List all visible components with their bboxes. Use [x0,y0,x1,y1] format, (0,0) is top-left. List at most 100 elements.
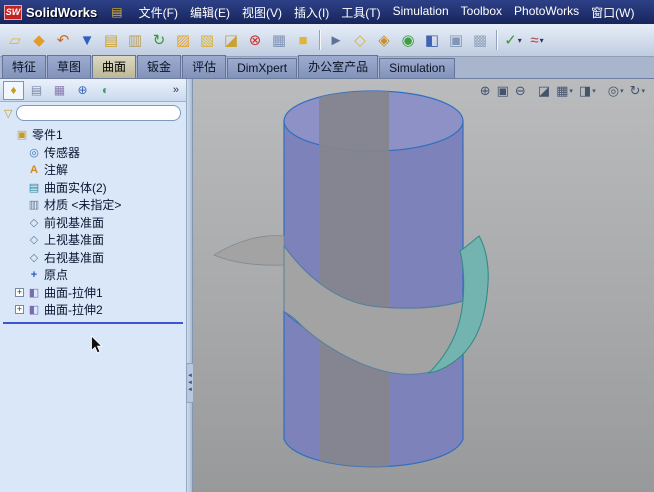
rebuild-button[interactable]: ↻ [148,28,170,52]
open-folder-button[interactable]: ▨ [172,28,194,52]
undo-button[interactable]: ↶ [52,28,74,52]
new-document-icon: ▱ [9,31,21,49]
panel-splitter[interactable]: ◄ ◄ ◄ [186,79,194,492]
surface-left-wing[interactable] [213,235,285,266]
cylinder-stripe-shading [319,91,389,467]
tree-item-origin[interactable]: + 原点 [0,266,186,284]
origin-icon: + [30,268,38,281]
tab-features[interactable]: 特征 [2,55,47,78]
zoom-in-out-button[interactable]: ⊖ [512,83,529,98]
tree-item-surface-bodies[interactable]: ▤ 曲面实体(2) [0,179,186,197]
tab-dimxpert[interactable]: DimXpert [227,58,298,78]
delete-button[interactable]: ⊗ [244,28,266,52]
make-assembly-button[interactable]: ◪ [220,28,242,52]
select-button[interactable]: ► [325,28,347,52]
tree-item-material[interactable]: ▥ 材质 <未指定> [0,196,186,214]
menu-insert[interactable]: 插入(I) [288,2,335,23]
tree-item-annotations[interactable]: A 注解 [0,161,186,179]
tab-evaluate[interactable]: 评估 [182,55,227,78]
panel-tabs: ♦ ▤ ▦ ⊕ ◐ [2,80,117,100]
measure-button[interactable]: ◉ [397,28,419,52]
menu-toolbox[interactable]: Toolbox [455,2,508,23]
model-canvas[interactable] [193,79,654,492]
document-icon: ▤ [111,5,123,19]
tab-sketch[interactable]: 草图 [47,55,92,78]
spline-button[interactable]: ≈ ▾ [526,28,548,52]
open-document-button[interactable]: ◆ [28,28,50,52]
sketch-button[interactable]: ◇ [349,28,371,52]
display-style-icon: ◨ [578,83,592,98]
menu-edit[interactable]: 编辑(E) [184,2,236,23]
open-document-icon: ◆ [33,31,45,49]
menu-file[interactable]: 文件(F) [133,2,184,23]
appearance-icon: ↻ [629,83,641,98]
tools-button[interactable]: ▩ [469,28,491,52]
tree-item-surface-extrude1[interactable]: + ◧ 曲面-拉伸1 [0,284,186,302]
zoom-fit-button[interactable]: ⊕ [477,83,494,98]
hide-show-items-button[interactable]: ◎ ▾ [605,83,627,98]
tree-item-top-plane[interactable]: ◇ 上视基准面 [0,231,186,249]
filter-row: ▽ [0,102,186,124]
display-style-button[interactable]: ◨ ▾ [576,83,599,98]
print-button[interactable]: ▤ [100,28,122,52]
tab-simulation[interactable]: Simulation [379,58,456,78]
new-document-button[interactable]: ▱ [4,28,26,52]
delete-icon: ⊗ [248,31,262,49]
dimxpertmanager-tab[interactable]: ⊕ [72,81,93,100]
tree-item-top-plane-label: 上视基准面 [44,233,105,248]
expander-icon[interactable]: + [15,287,24,297]
tree-item-right-plane[interactable]: ◇ 右视基准面 [0,249,186,267]
panel-tab-bar: ♦ ▤ ▦ ⊕ ◐ » [0,79,186,102]
displaymanager-tab[interactable]: ◐ [95,81,116,100]
tree-item-front-plane[interactable]: ◇ 前视基准面 [0,214,186,232]
sensors-icon: ◎ [29,146,39,159]
view-settings-button[interactable]: ▣ [445,28,467,52]
box-icon: ■ [298,31,308,49]
section-button[interactable]: ◧ [421,28,443,52]
dropdown-caret-icon: ▾ [539,35,544,45]
feature-tree: ▣ 零件1 ◎ 传感器 A 注解 ▤ 曲面实体(2) ▥ 材质 <未指定> ◇ 前视基准面 ◇ 上视基准面… [0,124,186,319]
section-view-button[interactable]: ◪ [535,83,553,98]
menu-view[interactable]: 视图(V) [236,2,288,23]
tree-item-surface-extrude2[interactable]: + ◧ 曲面-拉伸2 [0,301,186,319]
measure-icon: ◉ [401,31,415,49]
box-button[interactable]: ■ [292,28,314,52]
commandmanager-tabs: 特征 草图 曲面 钣金 评估 DimXpert 办公室产品 Simulation [0,55,654,79]
tab-surfaces[interactable]: 曲面 [92,55,137,78]
expander-icon[interactable]: + [15,305,24,315]
menu-simulation[interactable]: Simulation [387,2,455,23]
appearance-button[interactable]: ↻ ▾ [627,83,648,98]
view-settings-icon: ▣ [448,31,464,49]
graphics-viewport[interactable]: ⊕ ▣ ⊖ ◪ ▦ ▾ ◨ ▾ ◎ ▾ ↻ ▾ [193,79,654,492]
print-preview-button[interactable]: ▥ [124,28,146,52]
dropdown-caret-icon: ▾ [620,87,624,95]
menu-tools[interactable]: 工具(T) [335,2,386,23]
featuremanager-tab[interactable]: ♦ [3,80,24,100]
tab-sheet-metal[interactable]: 钣金 [137,55,182,78]
mouse-cursor-icon [91,335,103,354]
make-assembly-icon: ◪ [223,31,239,49]
menu-photoworks[interactable]: PhotoWorks [508,2,585,23]
view-orientation-button[interactable]: ▦ ▾ [553,83,576,98]
menu-window[interactable]: 窗口(W) [585,2,640,23]
panel-overflow-button[interactable]: » [173,84,179,96]
tree-item-right-plane-label: 右视基准面 [44,250,105,265]
configurationmanager-tab[interactable]: ▦ [49,81,70,100]
zoom-area-button[interactable]: ▣ [494,83,512,98]
section-view-icon: ◪ [537,83,551,98]
make-drawing-button[interactable]: ▧ [196,28,218,52]
featuremanager-panel: ♦ ▤ ▦ ⊕ ◐ » ▽ ▣ 零件1 ◎ 传感器 A 注解 ▤ 曲面实体(2) ▥ 材质 <未指定> ◇ 前… [0,79,186,492]
select-filter-button[interactable]: ✓ ▾ [502,28,524,52]
dropdown-caret-icon: ▾ [517,35,522,45]
part-icon: ▣ [16,129,28,142]
dimension-button[interactable]: ◈ [373,28,395,52]
propertymanager-tab[interactable]: ▤ [26,81,47,100]
tree-filter-input[interactable] [16,105,181,121]
sheet-button[interactable]: ▦ [268,28,290,52]
tree-item-part[interactable]: ▣ 零件1 [0,126,186,144]
save-button[interactable]: ▼ [76,28,98,52]
section-icon: ◧ [424,31,440,49]
undo-icon: ↶ [56,31,70,49]
tree-item-sensors[interactable]: ◎ 传感器 [0,144,186,162]
tab-office-products[interactable]: 办公室产品 [298,55,379,78]
